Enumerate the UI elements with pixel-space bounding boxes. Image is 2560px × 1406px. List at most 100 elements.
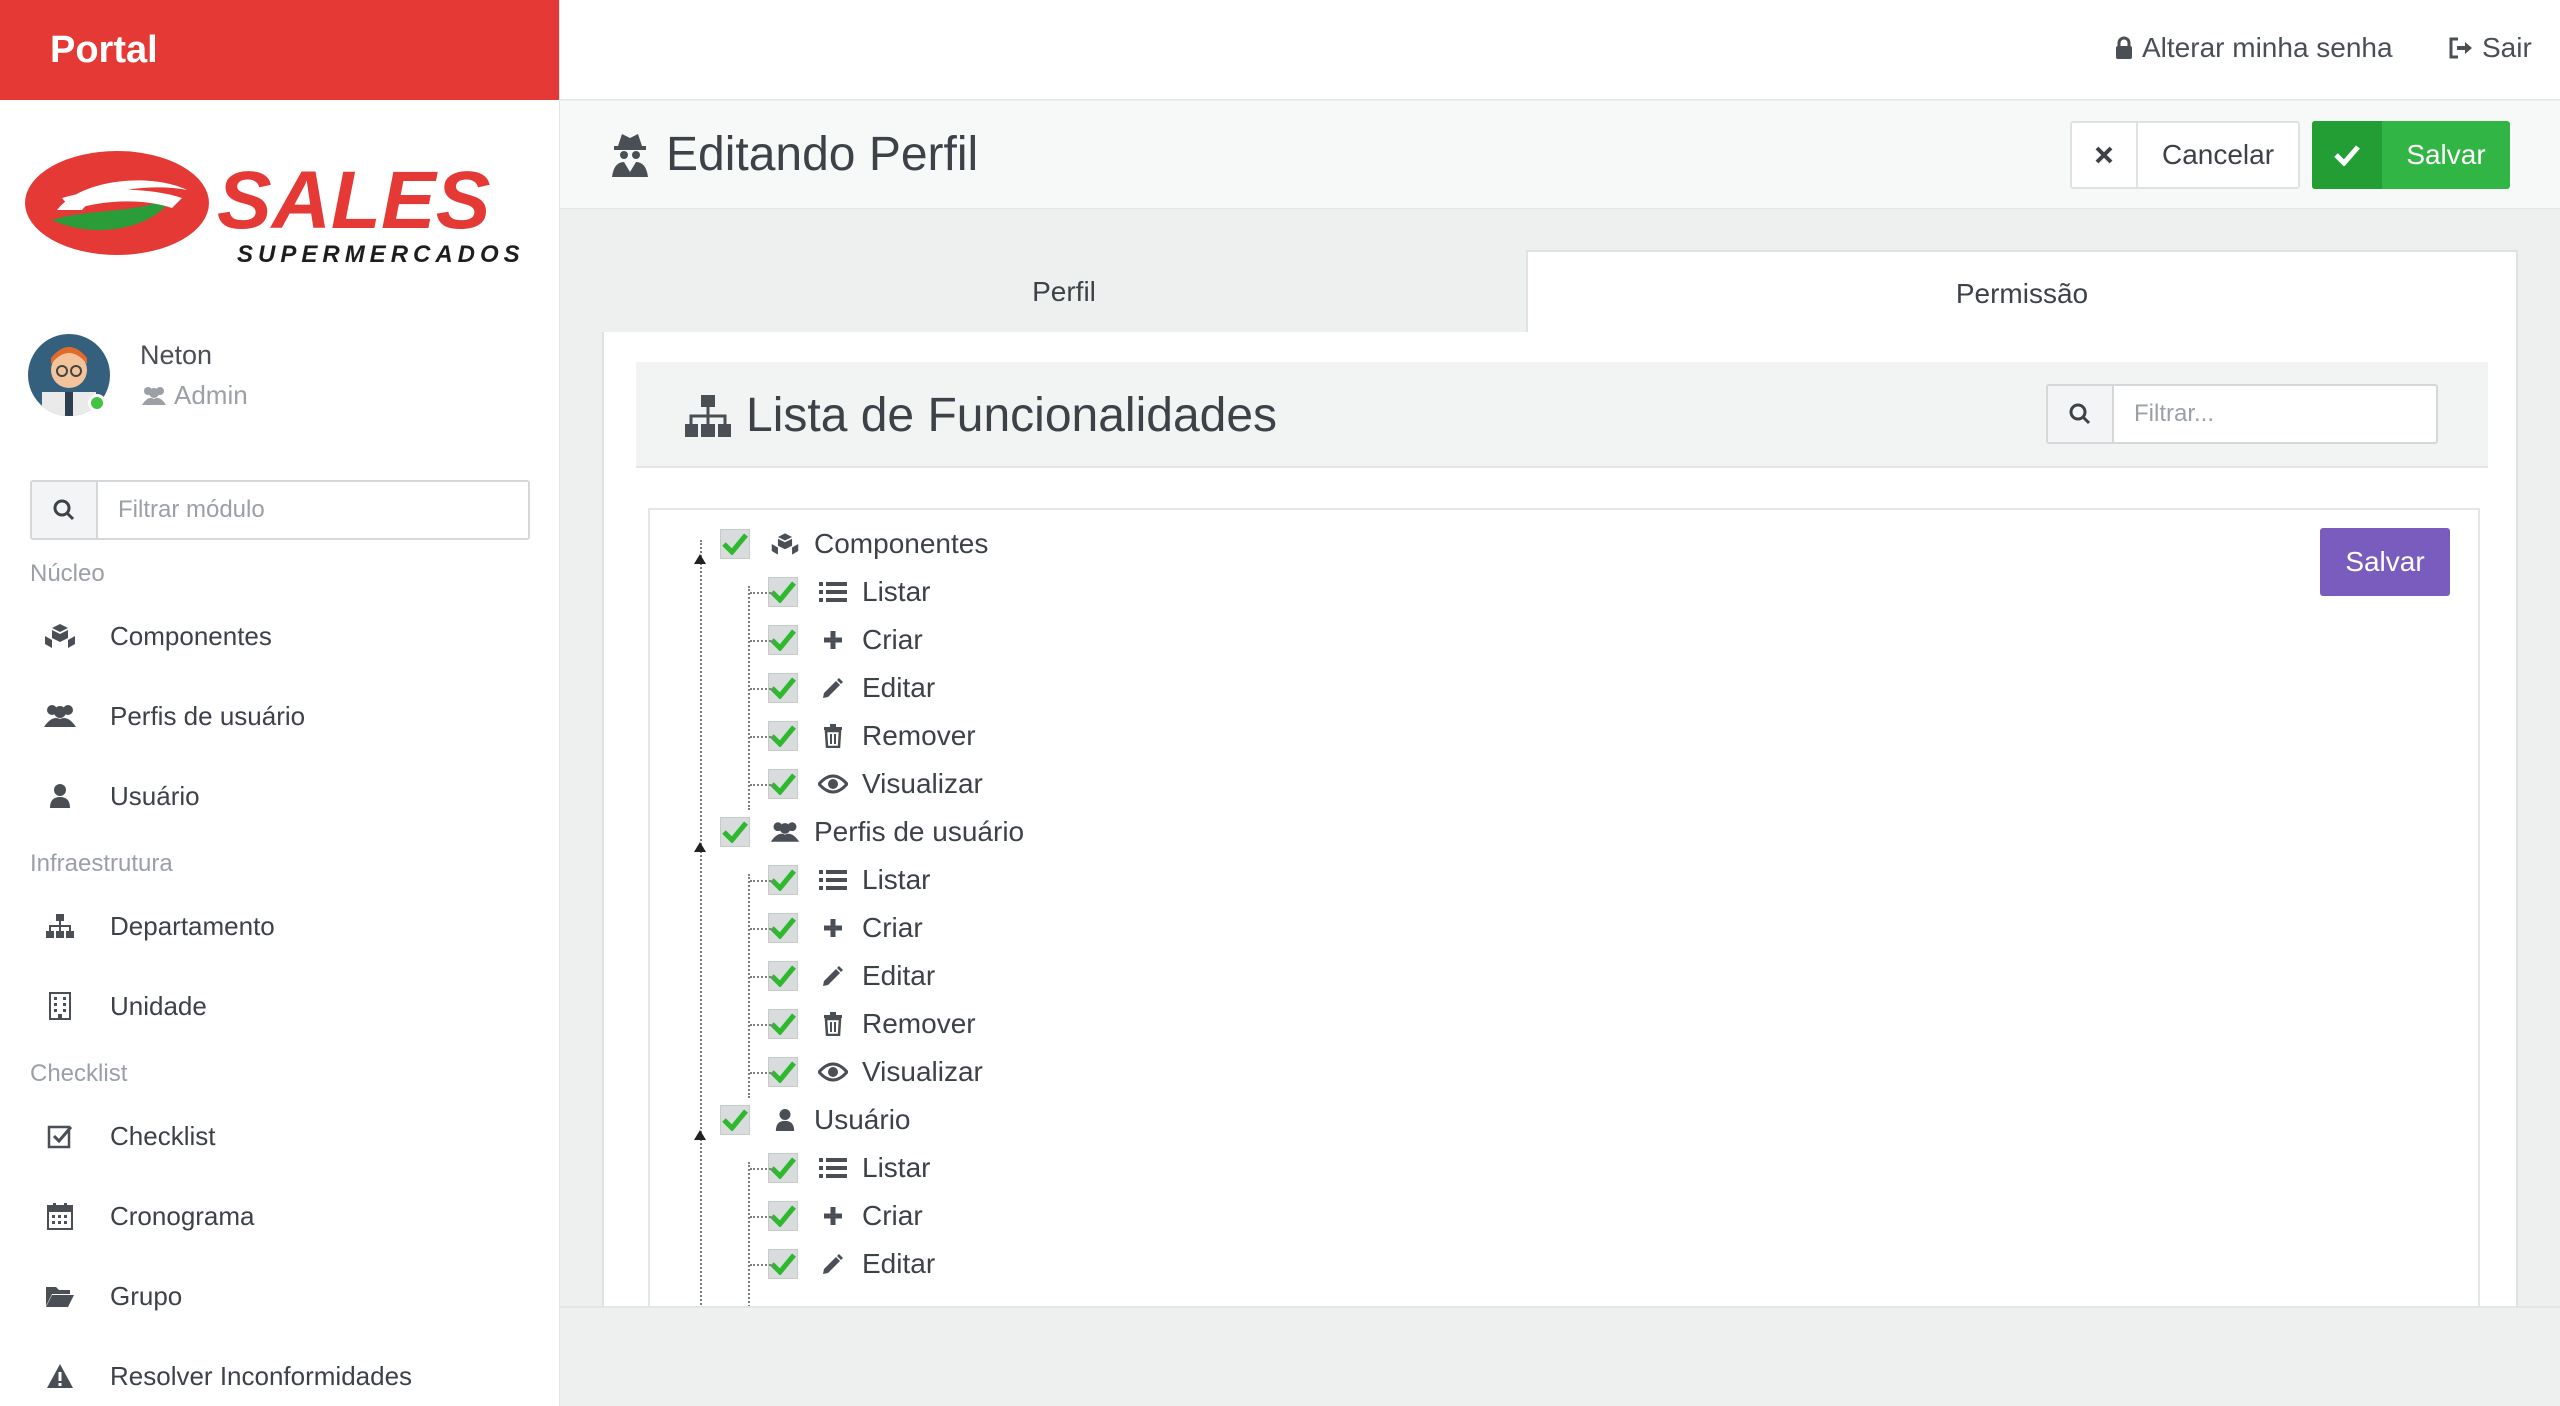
sidebar-item-label: Departamento <box>110 910 275 941</box>
sidebar-item-usuario[interactable]: Usuário <box>30 766 530 826</box>
sidebar-item-componentes[interactable]: Componentes <box>30 606 530 666</box>
list-icon <box>816 1157 850 1179</box>
tree-connector <box>750 736 774 738</box>
eye-icon <box>816 774 850 794</box>
sidebar-item-cronograma[interactable]: Cronograma <box>30 1186 530 1246</box>
sidebar-item-departamento[interactable]: Departamento <box>30 896 530 956</box>
tree-node-label: Componentes <box>814 528 989 559</box>
tree-node[interactable]: Criar <box>768 620 923 660</box>
logo-sub-text: SUPERMERCADOS <box>237 241 522 268</box>
tree-guide-group3 <box>748 1162 750 1306</box>
tree-node-label: Criar <box>862 912 923 943</box>
lock-icon <box>2116 36 2132 59</box>
cancel-button-label: Cancelar <box>2161 139 2275 170</box>
tree-connector <box>750 1168 774 1170</box>
user-icon <box>30 783 90 809</box>
search-icon[interactable] <box>2048 386 2114 442</box>
brand-title[interactable]: Portal <box>0 0 559 100</box>
users-icon <box>768 820 802 844</box>
user-role-label: Admin <box>174 380 248 410</box>
tree-node[interactable]: Componentes <box>720 524 988 564</box>
tree-node[interactable]: Criar <box>768 1196 923 1236</box>
tree-node-label: Usuário <box>814 1104 911 1135</box>
plus-icon <box>816 629 850 651</box>
tree-node[interactable]: Editar <box>768 1244 935 1284</box>
tree-connector <box>750 1216 774 1218</box>
change-password-link[interactable]: Alterar minha senha <box>2114 32 2393 64</box>
cubes-icon <box>768 531 802 557</box>
sidebar-item-grupo[interactable]: Grupo <box>30 1266 530 1326</box>
save-button[interactable]: Salvar <box>2312 121 2510 189</box>
tree-node[interactable]: Editar <box>768 956 935 996</box>
list-header: Lista de Funcionalidades Filtrar... <box>636 362 2488 468</box>
logo-main-text: SALES <box>217 155 490 246</box>
sidebar-item-label: Resolver Inconformidades <box>110 1360 413 1391</box>
tree-connector <box>750 688 774 690</box>
tree-node[interactable]: Criar <box>768 908 923 948</box>
tree-node[interactable]: Visualizar <box>768 764 983 804</box>
tree-node[interactable]: Editar <box>768 668 935 708</box>
list-icon <box>816 869 850 891</box>
tab-permissao[interactable]: Permissão <box>1526 250 2518 334</box>
tree-toggle-perfis[interactable] <box>694 842 706 852</box>
tree-checkbox[interactable] <box>720 529 750 559</box>
sidebar-item-label: Perfis de usuário <box>110 700 306 731</box>
sidebar-item-label: Cronograma <box>110 1200 255 1231</box>
search-icon[interactable] <box>32 482 98 538</box>
pencil-icon <box>816 964 850 988</box>
tree-node[interactable]: Visualizar <box>768 1052 983 1092</box>
change-password-label: Alterar minha senha <box>2142 32 2393 63</box>
sidebar-item-label: Grupo <box>110 1280 183 1311</box>
sidebar-item-perfis[interactable]: Perfis de usuário <box>30 686 530 746</box>
tree-connector <box>750 880 774 882</box>
trash-icon <box>816 724 850 748</box>
cancel-button[interactable]: Cancelar <box>2070 121 2300 189</box>
tree-connector <box>750 928 774 930</box>
tree-connector <box>750 1024 774 1026</box>
tree-node[interactable]: Listar <box>768 860 930 900</box>
page-header: Editando Perfil Cancelar Salvar <box>560 101 2560 209</box>
tree-node[interactable]: Perfis de usuário <box>720 812 1024 852</box>
tree-node[interactable]: Listar <box>768 1148 930 1188</box>
tree-save-button[interactable]: Salvar <box>2320 528 2450 596</box>
tabs: Perfil Permissão <box>602 250 2518 334</box>
tree-checkbox[interactable] <box>720 817 750 847</box>
sidebar-item-resolver[interactable]: Resolver Inconformidades <box>30 1346 530 1406</box>
sales-logo: SALES SUPERMERCADOS <box>25 151 522 268</box>
tree-toggle-usuario[interactable] <box>694 1130 706 1140</box>
tree-node[interactable]: Usuário <box>720 1100 910 1140</box>
tab-perfil[interactable]: Perfil <box>602 250 1526 334</box>
nav-section-checklist: Checklist <box>30 1060 128 1087</box>
check-square-icon <box>30 1123 90 1149</box>
logout-link[interactable]: Sair <box>2448 32 2532 64</box>
user-name: Neton <box>140 340 213 370</box>
sidebar-item-checklist[interactable]: Checklist <box>30 1106 530 1166</box>
sidebar-item-label: Componentes <box>110 620 272 651</box>
module-search[interactable]: Filtrar módulo <box>30 480 530 540</box>
list-filter[interactable]: Filtrar... <box>2046 384 2438 444</box>
tree-node[interactable]: Remover <box>768 716 976 756</box>
tree-node-label: Listar <box>862 1152 931 1183</box>
tree-node-label: Criar <box>862 1200 923 1231</box>
tree-node[interactable]: Remover <box>768 1004 976 1044</box>
user-secret-icon <box>612 133 648 177</box>
tree-toggle-componentes[interactable] <box>694 554 706 564</box>
sign-out-icon <box>2449 37 2472 59</box>
tree-node[interactable]: Listar <box>768 572 930 612</box>
tree-node-label: Visualizar <box>862 1056 983 1087</box>
list-icon <box>816 581 850 603</box>
calendar-icon <box>30 1202 90 1230</box>
tree-node-label: Remover <box>862 720 976 751</box>
tree-guide-root <box>700 540 702 1306</box>
trash-icon <box>816 1012 850 1036</box>
tree-checkbox[interactable] <box>720 1105 750 1135</box>
list-filter-input[interactable]: Filtrar... <box>2114 386 2436 442</box>
sidebar-item-label: Usuário <box>110 780 200 811</box>
tree-node-label: Remover <box>862 1008 976 1039</box>
module-search-input[interactable]: Filtrar módulo <box>98 482 528 538</box>
users-icon <box>30 703 90 729</box>
tree-node-label: Criar <box>862 624 923 655</box>
sitemap-icon <box>30 913 90 939</box>
page-title: Editando Perfil <box>610 127 978 182</box>
sidebar-item-unidade[interactable]: Unidade <box>30 976 530 1036</box>
